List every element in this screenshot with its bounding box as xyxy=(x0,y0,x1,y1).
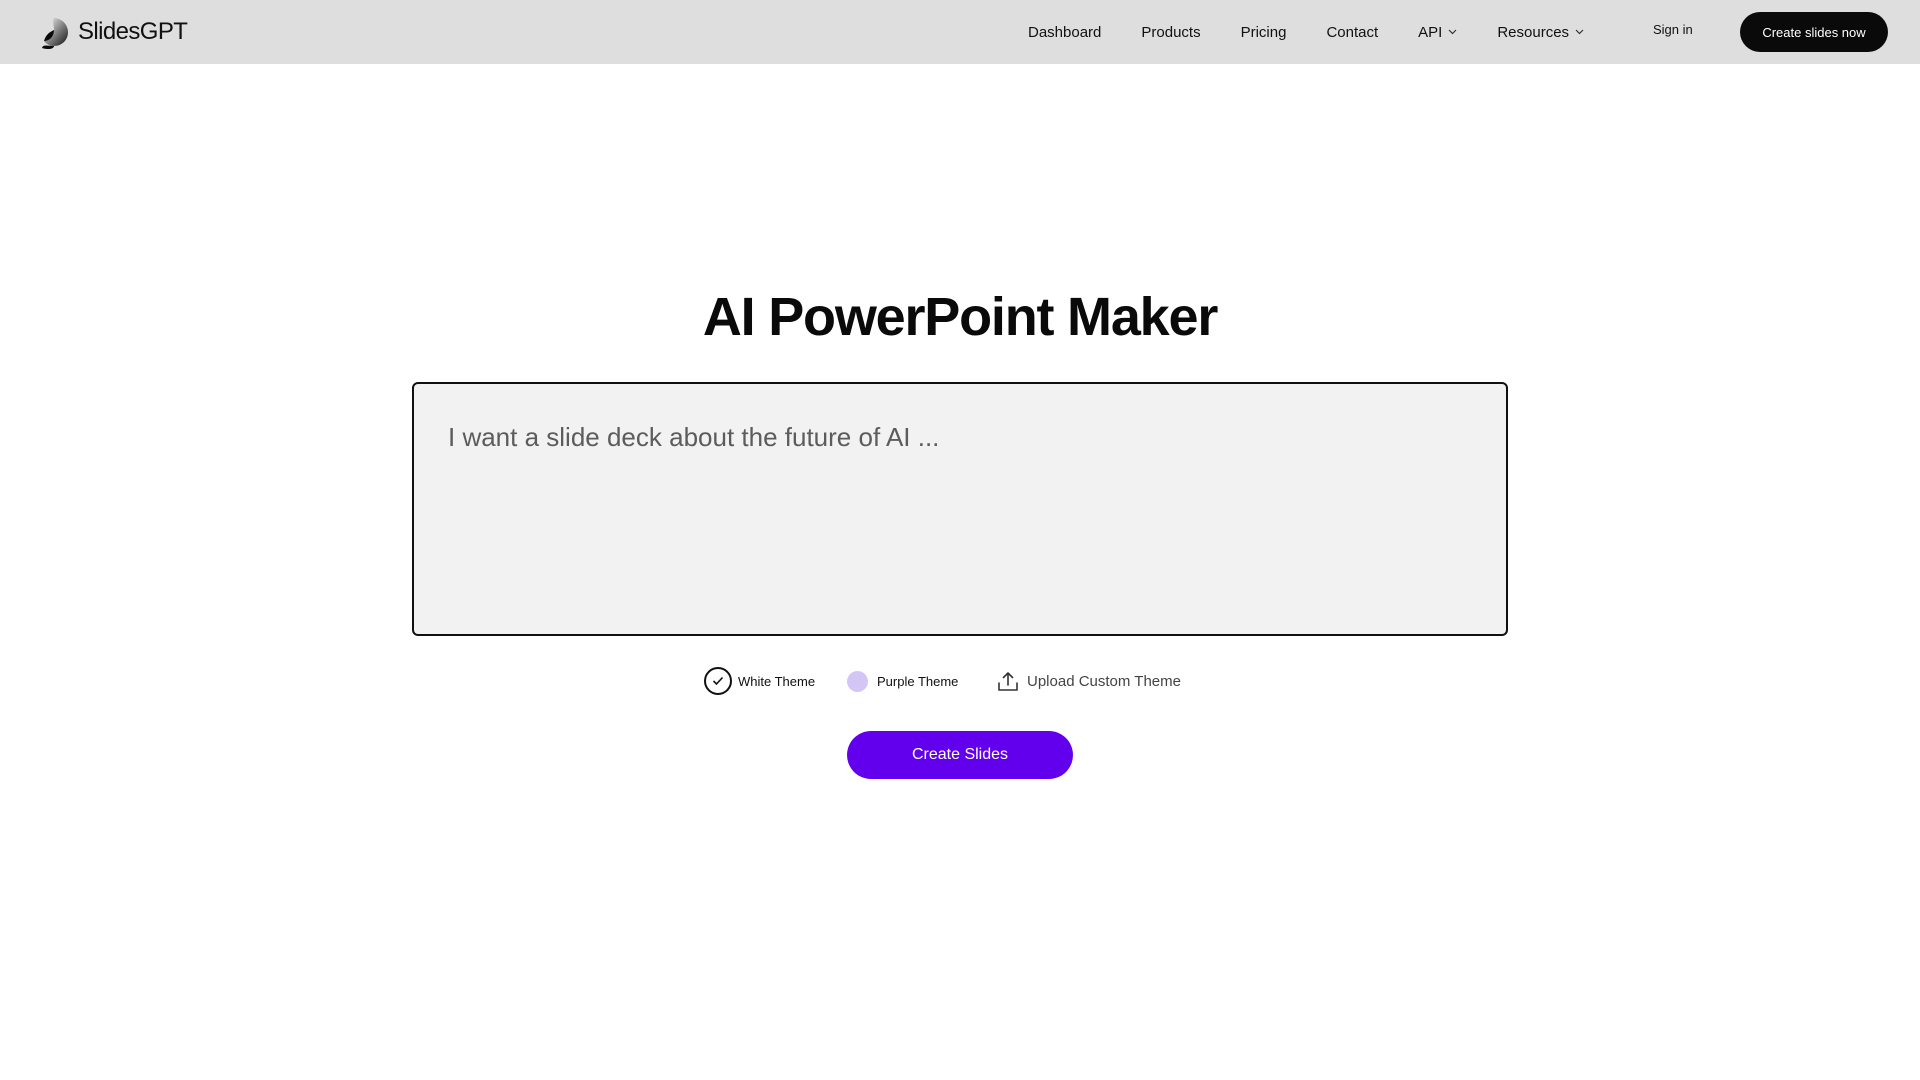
sign-in-link[interactable]: Sign in xyxy=(1653,22,1693,37)
purple-theme-label: Purple Theme xyxy=(877,673,959,689)
chevron-down-icon xyxy=(1575,29,1584,35)
top-navbar: SlidesGPT Dashboard Products Pricing Con… xyxy=(0,0,1920,64)
nav-label: API xyxy=(1418,23,1443,41)
brand-name: SlidesGPT xyxy=(78,18,188,45)
nav-label: Pricing xyxy=(1240,23,1287,41)
upload-icon xyxy=(998,672,1018,691)
page-title: AI PowerPoint Maker xyxy=(702,287,1219,347)
nav-label: Contact xyxy=(1326,23,1379,41)
create-slides-now-button[interactable]: Create slides now xyxy=(1740,12,1888,52)
chevron-down-icon xyxy=(1448,29,1457,35)
white-theme-label: White Theme xyxy=(738,673,816,689)
upload-custom-theme-button[interactable]: Upload Custom Theme xyxy=(997,666,1181,696)
nav-pricing[interactable]: Pricing xyxy=(1241,24,1287,41)
nav-contact[interactable]: Contact xyxy=(1326,24,1378,41)
brand-logo[interactable]: SlidesGPT xyxy=(40,14,188,50)
purple-swatch-icon xyxy=(847,670,868,692)
nav-products[interactable]: Products xyxy=(1141,24,1200,41)
nav-label: Dashboard xyxy=(1028,23,1102,41)
nav-resources-dropdown[interactable]: Resources xyxy=(1497,24,1584,41)
slidesgpt-logo-icon xyxy=(42,18,68,50)
check-icon xyxy=(704,667,732,695)
main-nav: Dashboard Products Pricing Contact API R… xyxy=(1028,0,1624,64)
nav-api-dropdown[interactable]: API xyxy=(1418,24,1457,41)
purple-theme-option[interactable]: Purple Theme xyxy=(847,666,958,696)
nav-label: Resources xyxy=(1497,23,1570,41)
white-theme-option[interactable]: White Theme xyxy=(704,666,815,696)
upload-theme-label: Upload Custom Theme xyxy=(1027,672,1181,690)
prompt-input[interactable] xyxy=(412,382,1508,636)
theme-selector: White Theme Purple Theme Upload Custom T… xyxy=(0,666,1920,696)
nav-label: Products xyxy=(1141,23,1201,41)
nav-dashboard[interactable]: Dashboard xyxy=(1028,24,1101,41)
create-slides-button[interactable]: Create Slides xyxy=(847,731,1073,779)
